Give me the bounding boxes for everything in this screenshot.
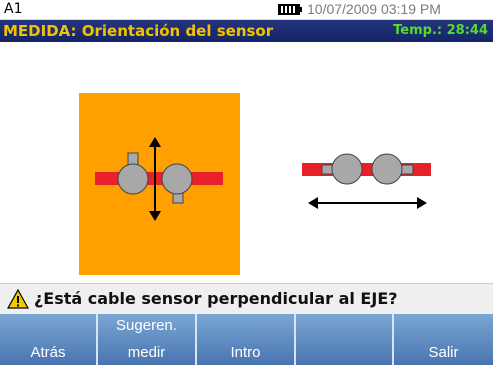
enter-button[interactable]: Intro (197, 314, 296, 365)
title-bar: MEDIDA: Orientación del sensor Temp.: 28… (0, 20, 493, 42)
battery-full-icon (278, 4, 302, 15)
softkey-label-line2: Intro (230, 344, 261, 361)
softkey-label-line2: Atrás (30, 344, 66, 361)
question-bar: ¿Está cable sensor perpendicular al EJE? (0, 283, 493, 314)
status-bar: A1 10/07/2009 03:19 PM (0, 0, 493, 20)
channel-id: A1 (4, 1, 23, 17)
back-button[interactable]: Atrás (0, 314, 98, 365)
softkey-label-line1: Sugeren. (116, 317, 177, 334)
softkey-label-line2: Salir (428, 344, 459, 361)
measure-suggestions-button[interactable]: Sugeren. medir (98, 314, 197, 365)
temperature-readout: Temp.: 28:44 (393, 23, 488, 38)
sensor-horizontal-option[interactable] (302, 153, 431, 209)
softkey-label-line2: medir (127, 344, 166, 361)
exit-button[interactable]: Salir (394, 314, 493, 365)
date-time: 10/07/2009 03:19 PM (307, 1, 441, 17)
sensor-orientation-diagram (79, 93, 431, 275)
warning-icon (7, 289, 29, 309)
blank-softkey[interactable] (296, 314, 394, 365)
orientation-illustration (0, 43, 493, 283)
sensor-vertical-option[interactable] (79, 93, 240, 275)
page-title: MEDIDA: Orientación del sensor (3, 22, 274, 40)
orientation-question: ¿Está cable sensor perpendicular al EJE? (34, 289, 398, 308)
softkey-bar: Atrás Sugeren. medir Intro Salir (0, 314, 493, 365)
